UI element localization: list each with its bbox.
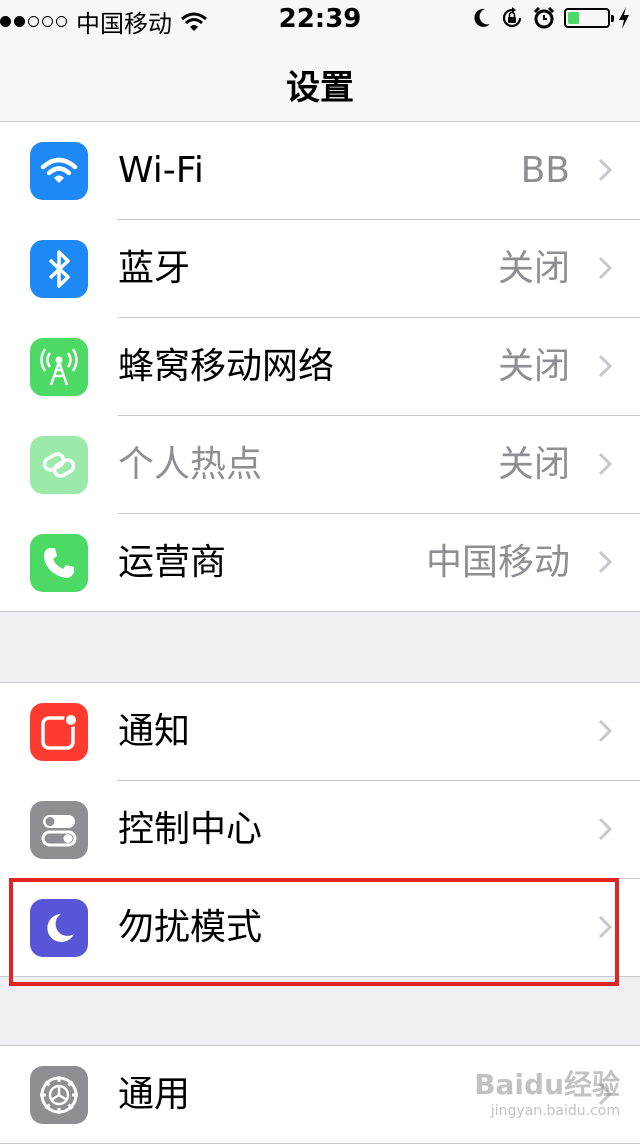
watermark-url: jingyan.baidu.com <box>490 1103 620 1119</box>
status-bar: 中国移动 22:39 <box>0 0 640 40</box>
notifications-icon <box>30 703 88 761</box>
row-value: 关闭 <box>497 248 570 289</box>
row-value: 中国移动 <box>425 542 570 583</box>
watermark: Baidu经验 jingyan.baidu.com <box>474 1071 620 1124</box>
settings-row-wifi[interactable]: Wi-Fi BB <box>30 122 640 220</box>
settings-row-notifications[interactable]: 通知 <box>30 683 640 781</box>
chevron-right-icon <box>598 719 612 743</box>
rotation-lock-icon <box>502 7 522 28</box>
chevron-right-icon <box>598 452 612 476</box>
wifi-icon <box>30 142 88 200</box>
settings-row-bluetooth[interactable]: 蓝牙 关闭 <box>30 220 640 318</box>
charging-icon <box>619 7 629 29</box>
control-center-icon <box>30 801 88 859</box>
row-value: 关闭 <box>497 444 570 485</box>
row-label: 控制中心 <box>118 809 263 850</box>
settings-row-personal-hotspot[interactable]: 个人热点 关闭 <box>30 416 640 514</box>
row-label: 通知 <box>118 711 191 752</box>
row-value: 关闭 <box>497 346 570 387</box>
signal-strength-icon <box>0 16 70 27</box>
settings-row-cellular[interactable]: 蜂窝移动网络 关闭 <box>30 318 640 416</box>
bluetooth-icon <box>30 240 88 298</box>
navigation-bar: 中国移动 22:39 设置 <box>0 0 640 129</box>
chevron-right-icon <box>598 817 612 841</box>
hotspot-icon <box>30 436 88 494</box>
row-value: BB <box>520 150 570 191</box>
chevron-right-icon <box>598 256 612 280</box>
battery-icon <box>564 8 614 28</box>
gear-icon <box>30 1066 88 1124</box>
row-label: 个人热点 <box>118 444 263 485</box>
wifi-status-icon <box>181 12 207 31</box>
row-label: 通用 <box>118 1074 191 1115</box>
settings-row-control-center[interactable]: 控制中心 <box>30 781 640 879</box>
chevron-right-icon <box>598 158 612 182</box>
alarm-icon <box>533 6 555 29</box>
row-label: Wi-Fi <box>118 150 204 191</box>
carrier-name: 中国移动 <box>76 10 172 38</box>
row-label: 运营商 <box>118 542 227 583</box>
highlight-box <box>9 878 619 986</box>
page-title: 设置 <box>286 68 354 108</box>
chevron-right-icon <box>598 550 612 574</box>
watermark-brand: Baidu经验 <box>474 1068 620 1101</box>
connectivity-group: Wi-Fi BB 蓝牙 关闭 蜂窝移动网络 关闭 个人热点 关闭 运营商 中国移… <box>0 121 640 612</box>
chevron-right-icon <box>598 354 612 378</box>
cellular-icon <box>30 338 88 396</box>
phone-icon <box>30 534 88 592</box>
row-label: 蜂窝移动网络 <box>118 346 335 387</box>
settings-row-carrier[interactable]: 运营商 中国移动 <box>30 514 640 611</box>
moon-status-icon <box>474 8 490 27</box>
row-label: 蓝牙 <box>118 248 191 289</box>
